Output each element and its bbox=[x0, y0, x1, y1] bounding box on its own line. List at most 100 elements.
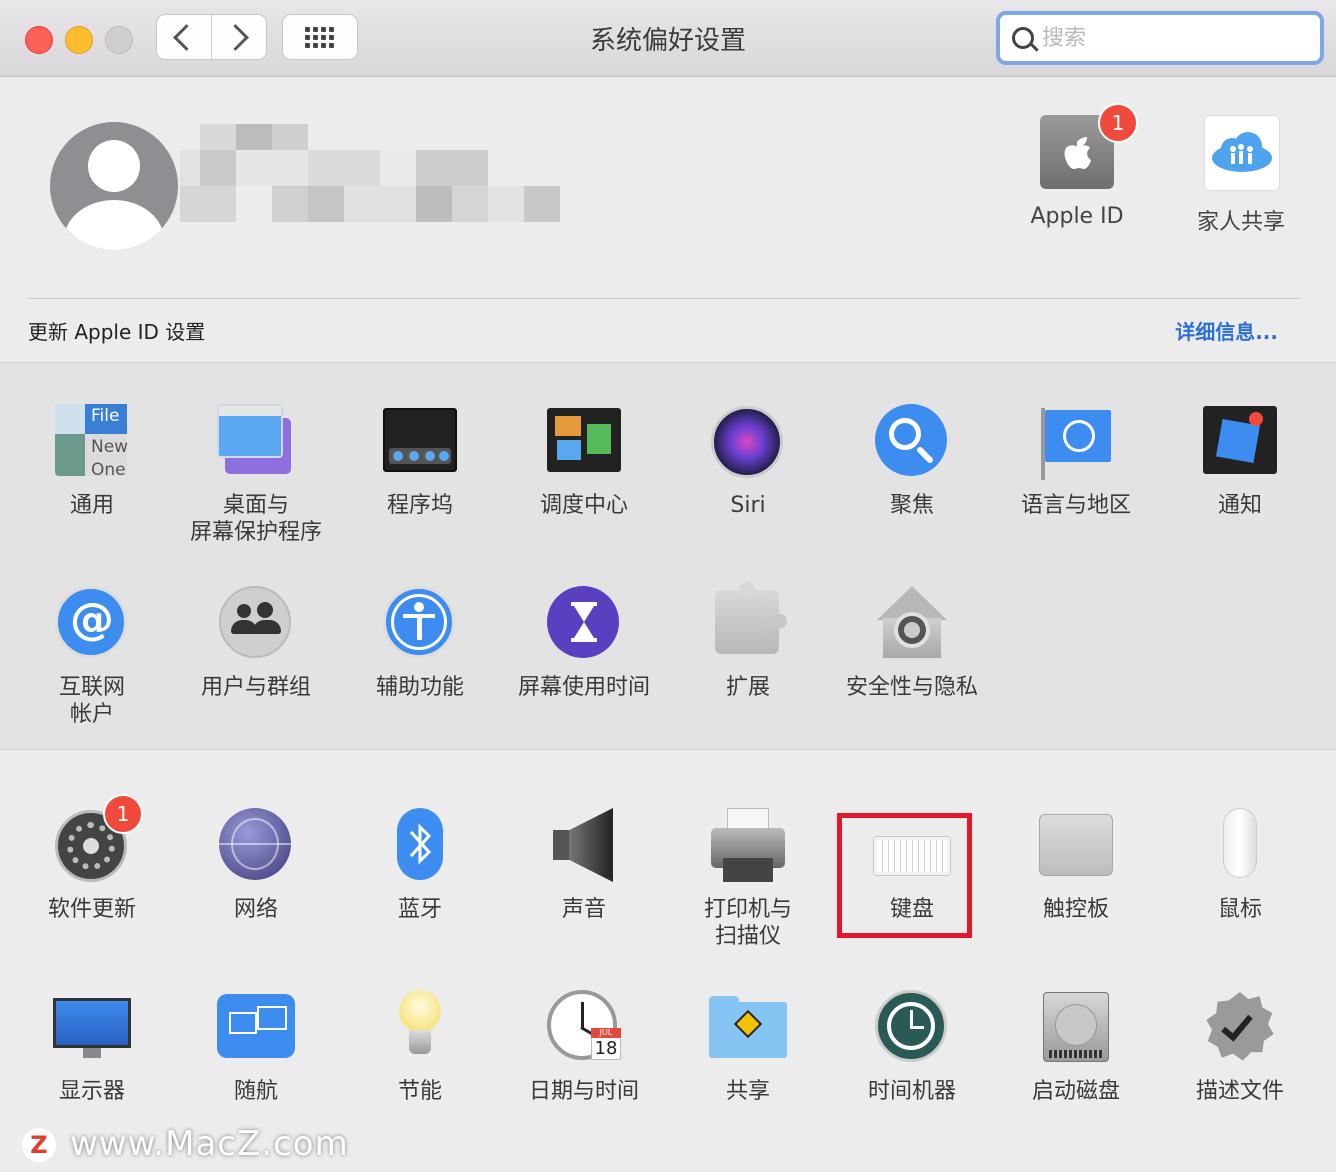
hourglass-icon bbox=[545, 586, 623, 664]
pane-energy-saver[interactable]: 节能 bbox=[338, 990, 502, 1105]
display-icon bbox=[53, 990, 131, 1068]
desktop-screensaver-icon bbox=[217, 404, 295, 482]
gear-icon: 1 bbox=[53, 794, 143, 886]
spotlight-icon bbox=[873, 404, 951, 482]
pane-startup-disk[interactable]: 启动磁盘 bbox=[994, 990, 1158, 1105]
pane-label: 桌面与 屏幕保护程序 bbox=[189, 493, 322, 545]
pane-internet-accounts[interactable]: @ 互联网 帐户 bbox=[10, 586, 174, 728]
pane-general[interactable]: File New One 通用 bbox=[10, 404, 174, 519]
macz-logo: Z bbox=[22, 1128, 56, 1162]
pane-sharing[interactable]: 共享 bbox=[666, 990, 830, 1105]
pane-label: 安全性与隐私 bbox=[845, 675, 978, 700]
pane-bluetooth[interactable]: 蓝牙 bbox=[338, 808, 502, 923]
pane-label: 蓝牙 bbox=[397, 897, 442, 922]
mission-control-icon bbox=[545, 404, 623, 482]
pane-notifications[interactable]: 通知 bbox=[1158, 404, 1322, 519]
pane-label: 时间机器 bbox=[867, 1079, 956, 1104]
pane-siri[interactable]: Siri bbox=[666, 404, 830, 519]
dock-icon bbox=[381, 404, 459, 482]
house-lock-icon bbox=[873, 586, 951, 664]
pane-sidecar[interactable]: 随航 bbox=[174, 990, 338, 1105]
at-sign-icon: @ bbox=[53, 586, 131, 664]
pane-label: 程序坞 bbox=[386, 493, 453, 518]
pane-label: 触控板 bbox=[1042, 897, 1109, 922]
pane-label: 扩展 bbox=[725, 675, 770, 700]
family-sharing-pane-button[interactable] bbox=[1204, 115, 1280, 191]
pane-dock[interactable]: 程序坞 bbox=[338, 404, 502, 519]
pane-label: 声音 bbox=[561, 897, 606, 922]
pane-label: 打印机与 扫描仪 bbox=[703, 897, 792, 949]
pane-label: 共享 bbox=[725, 1079, 770, 1104]
pane-software-update[interactable]: 1 软件更新 bbox=[10, 794, 174, 923]
notifications-icon bbox=[1201, 404, 1279, 482]
pane-screen-time[interactable]: 屏幕使用时间 bbox=[502, 586, 666, 701]
pane-displays[interactable]: 显示器 bbox=[10, 990, 174, 1105]
watermark-text: www.MacZ.com bbox=[70, 1124, 349, 1164]
family-cloud-icon bbox=[1212, 132, 1272, 172]
users-icon bbox=[217, 586, 295, 664]
sidecar-icon bbox=[217, 990, 295, 1068]
clock-calendar-icon: JUL 18 bbox=[545, 990, 623, 1068]
update-apple-id-text: 更新 Apple ID 设置 bbox=[28, 320, 206, 344]
pane-time-machine[interactable]: 时间机器 bbox=[830, 990, 994, 1105]
search-input[interactable] bbox=[1040, 21, 1314, 55]
lightbulb-icon bbox=[381, 990, 459, 1068]
pane-label: 调度中心 bbox=[539, 493, 628, 518]
trackpad-icon bbox=[1037, 808, 1115, 886]
pane-date-time[interactable]: JUL 18 日期与时间 bbox=[502, 990, 666, 1105]
pane-accessibility[interactable]: 辅助功能 bbox=[338, 586, 502, 701]
apple-id-pane-button[interactable]: 1 bbox=[1040, 103, 1138, 189]
language-flag-icon bbox=[1037, 404, 1115, 482]
pane-printers-scanners[interactable]: 打印机与 扫描仪 bbox=[666, 808, 830, 950]
blurred-user-name bbox=[180, 124, 560, 224]
pane-profiles[interactable]: 描述文件 bbox=[1158, 990, 1322, 1105]
pane-label: 鼠标 bbox=[1217, 897, 1262, 922]
pane-extensions[interactable]: 扩展 bbox=[666, 582, 830, 701]
siri-icon bbox=[709, 404, 787, 482]
pane-label: 网络 bbox=[233, 897, 278, 922]
puzzle-icon bbox=[709, 582, 787, 664]
pane-label: 用户与群组 bbox=[200, 675, 311, 700]
user-avatar[interactable] bbox=[50, 122, 178, 250]
apple-id-badge: 1 bbox=[1098, 103, 1138, 143]
software-update-badge: 1 bbox=[103, 794, 143, 834]
pane-desktop-screensaver[interactable]: 桌面与 屏幕保护程序 bbox=[174, 404, 338, 546]
details-link[interactable]: 详细信息... bbox=[1175, 316, 1278, 345]
pane-label: 屏幕使用时间 bbox=[517, 675, 650, 700]
pane-label: 通知 bbox=[1217, 493, 1262, 518]
sharing-folder-icon bbox=[709, 990, 787, 1068]
apple-id-label: Apple ID bbox=[1030, 204, 1124, 229]
pane-language-region[interactable]: 语言与地区 bbox=[994, 404, 1158, 519]
pane-label: 显示器 bbox=[58, 1079, 125, 1104]
pane-security-privacy[interactable]: 安全性与隐私 bbox=[830, 586, 994, 701]
pane-label: 聚焦 bbox=[889, 493, 934, 518]
pane-label: 语言与地区 bbox=[1020, 493, 1131, 518]
pane-label: Siri bbox=[730, 493, 766, 518]
general-icon: File New One bbox=[53, 404, 131, 482]
family-sharing-label: 家人共享 bbox=[1196, 210, 1285, 235]
pane-label: 描述文件 bbox=[1195, 1079, 1284, 1104]
bluetooth-icon bbox=[381, 808, 459, 886]
pane-mouse[interactable]: 鼠标 bbox=[1158, 808, 1322, 923]
pane-label: 软件更新 bbox=[47, 897, 136, 922]
speaker-icon bbox=[545, 808, 623, 886]
pane-network[interactable]: 网络 bbox=[174, 808, 338, 923]
pane-label: 随航 bbox=[233, 1079, 278, 1104]
pane-label: 通用 bbox=[69, 493, 114, 518]
pane-label: 节能 bbox=[397, 1079, 442, 1104]
pane-spotlight[interactable]: 聚焦 bbox=[830, 404, 994, 519]
checkmark-badge-icon bbox=[1201, 990, 1279, 1068]
title-bar: 系统偏好设置 bbox=[0, 0, 1336, 77]
pane-sound[interactable]: 声音 bbox=[502, 808, 666, 923]
search-field[interactable] bbox=[996, 11, 1324, 65]
pane-trackpad[interactable]: 触控板 bbox=[994, 808, 1158, 923]
pane-users-groups[interactable]: 用户与群组 bbox=[174, 586, 338, 701]
mouse-icon bbox=[1201, 808, 1279, 886]
pane-mission-control[interactable]: 调度中心 bbox=[502, 404, 666, 519]
pane-label: 辅助功能 bbox=[375, 675, 464, 700]
accessibility-icon bbox=[381, 586, 459, 664]
search-icon bbox=[1012, 27, 1034, 49]
pane-label: 互联网 帐户 bbox=[58, 675, 125, 727]
header-divider bbox=[28, 298, 1300, 299]
pane-label: 日期与时间 bbox=[528, 1079, 639, 1104]
